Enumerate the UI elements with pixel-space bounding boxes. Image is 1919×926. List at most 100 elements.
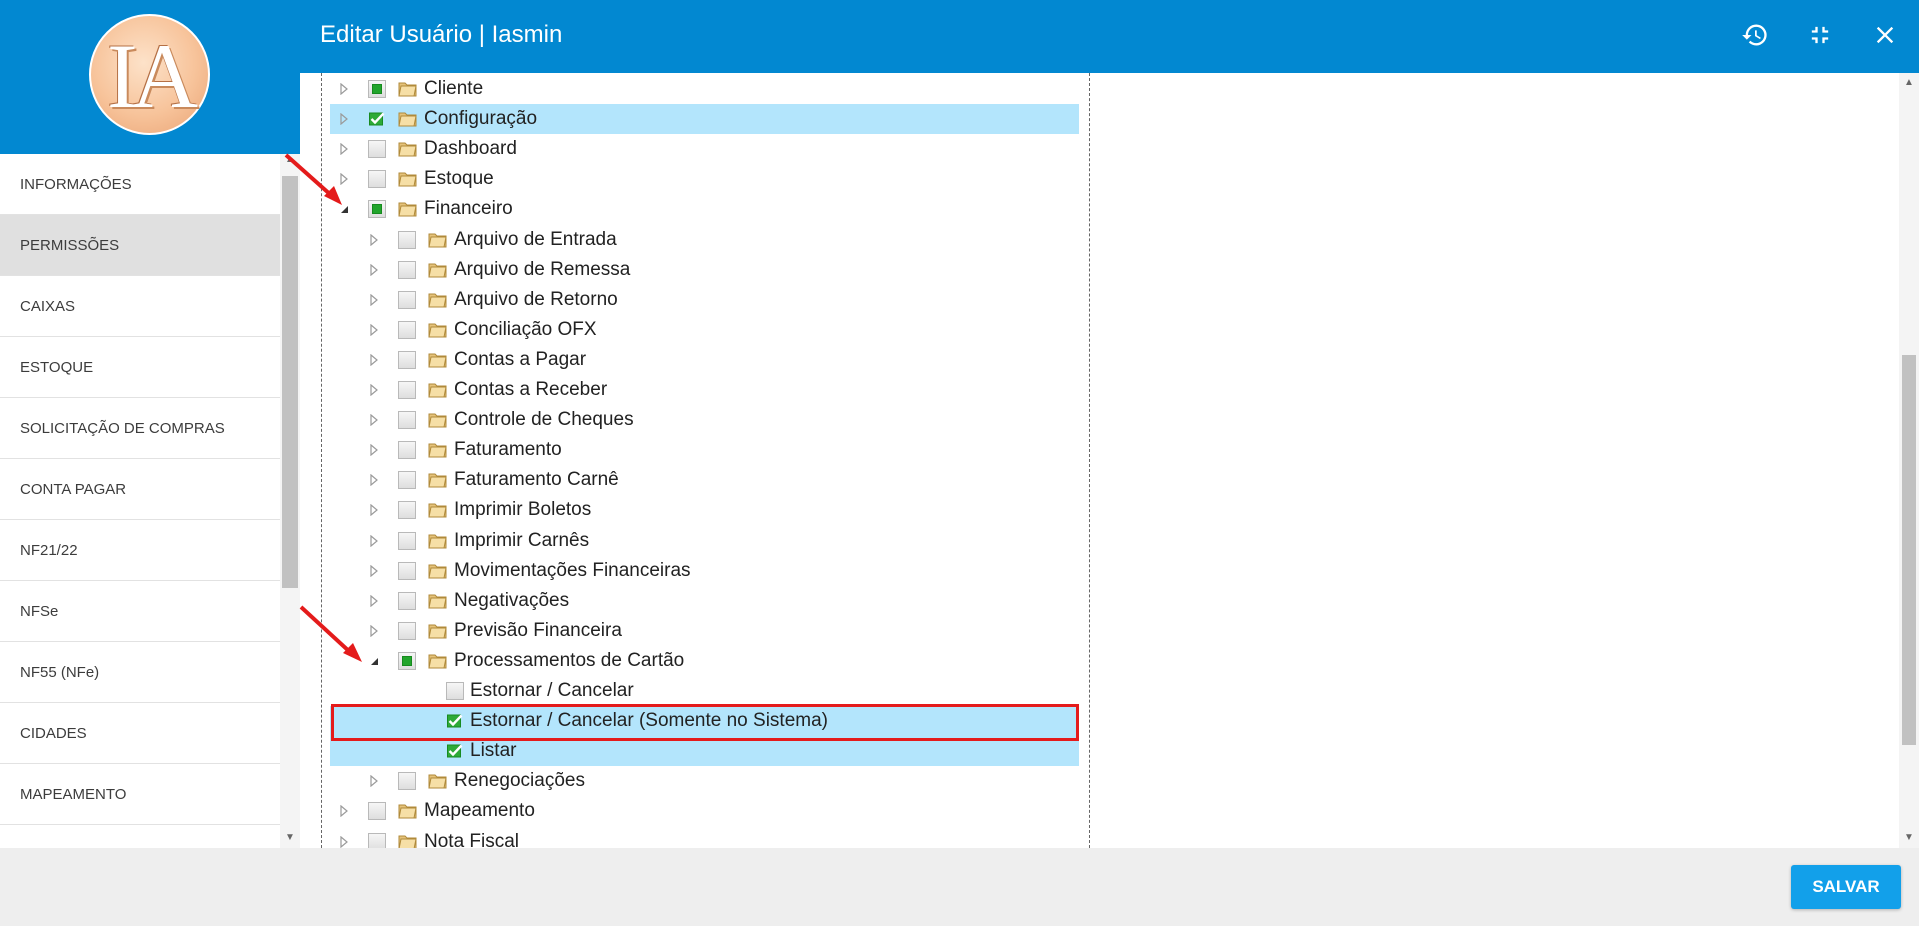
sidebar-item[interactable]: NFSe	[0, 581, 280, 642]
collapsed-triangle-icon[interactable]	[368, 534, 380, 547]
tree-node[interactable]: Conciliação OFX	[330, 315, 1079, 345]
main-scrollbar[interactable]: ▲ ▼	[1899, 73, 1919, 848]
checkbox[interactable]	[398, 471, 416, 490]
tree-node[interactable]: Estoque	[330, 164, 1079, 194]
tree-node[interactable]: Cliente	[330, 74, 1079, 104]
checkbox-checked[interactable]	[368, 110, 386, 128]
tree-node[interactable]: Previsão Financeira	[330, 616, 1079, 646]
checkbox[interactable]	[398, 772, 416, 791]
checkbox[interactable]	[368, 832, 386, 848]
checkbox[interactable]	[398, 350, 416, 369]
tree-node[interactable]: Contas a Pagar	[330, 345, 1079, 375]
scroll-down-icon[interactable]: ▼	[284, 832, 296, 844]
checkbox[interactable]	[398, 290, 416, 309]
checkbox[interactable]	[446, 682, 464, 700]
collapsed-triangle-icon[interactable]	[338, 173, 350, 186]
tree-node[interactable]: Negativações	[330, 586, 1079, 616]
tree-node[interactable]: Dashboard	[330, 134, 1079, 164]
tree-node[interactable]: Controle de Cheques	[330, 405, 1079, 435]
collapsed-triangle-icon[interactable]	[368, 594, 380, 607]
collapsed-triangle-icon[interactable]	[338, 83, 350, 95]
checkbox[interactable]	[398, 501, 416, 520]
tree-node[interactable]: Mapeamento	[330, 796, 1079, 826]
sidebar-item[interactable]: CIDADES	[0, 703, 280, 764]
collapsed-triangle-icon[interactable]	[338, 143, 350, 156]
sidebar: INFORMAÇÕES PERMISSÕES CAIXAS ESTOQUE SOLICI…	[0, 154, 300, 848]
sidebar-item[interactable]: PERMISSÕES	[0, 215, 280, 276]
tree-node[interactable]: Arquivo de Retorno	[330, 285, 1079, 315]
collapsed-triangle-icon[interactable]	[368, 233, 380, 246]
tree-node[interactable]: Movimentações Financeiras	[330, 556, 1079, 586]
collapsed-triangle-icon[interactable]	[368, 444, 380, 457]
checkbox[interactable]	[398, 260, 416, 279]
checkbox-checked[interactable]	[446, 742, 464, 760]
save-button[interactable]: SALVAR	[1791, 865, 1901, 909]
tree-node[interactable]: Processamentos de Cartão	[330, 646, 1079, 676]
checkbox[interactable]	[368, 140, 386, 159]
sidebar-item[interactable]: NF21/22	[0, 520, 280, 581]
sidebar-item[interactable]: ESTOQUE	[0, 337, 280, 398]
tree-node[interactable]: Arquivo de Remessa	[330, 255, 1079, 285]
collapsed-triangle-icon[interactable]	[368, 384, 380, 396]
tree-node[interactable]: Financeiro	[330, 194, 1079, 224]
main-scroll-thumb[interactable]	[1902, 355, 1916, 745]
checkbox[interactable]	[398, 320, 416, 339]
expanded-triangle-icon[interactable]	[338, 203, 350, 215]
checkbox[interactable]	[398, 561, 416, 580]
checkbox[interactable]	[398, 621, 416, 640]
tree-node[interactable]: Faturamento Carnê	[330, 465, 1079, 495]
checkbox[interactable]	[398, 441, 416, 460]
close-icon[interactable]	[1868, 18, 1902, 52]
checkbox[interactable]	[398, 230, 416, 249]
sidebar-item[interactable]: CAIXAS	[0, 276, 280, 337]
checkbox-partial[interactable]	[398, 651, 416, 670]
tree-node[interactable]: Contas a Receber	[330, 375, 1079, 405]
collapsed-triangle-icon[interactable]	[368, 323, 380, 336]
tree-node[interactable]: Faturamento	[330, 435, 1079, 465]
scroll-up-icon[interactable]: ▲	[284, 154, 296, 166]
collapsed-triangle-icon[interactable]	[338, 835, 350, 848]
checkbox[interactable]	[368, 170, 386, 189]
tree-node[interactable]: Configuração	[330, 104, 1079, 135]
history-icon[interactable]	[1738, 18, 1772, 52]
sidebar-item[interactable]: NF55 (NFe)	[0, 642, 280, 703]
sidebar-item[interactable]: MAPEAMENTO	[0, 764, 280, 825]
sidebar-item[interactable]: SOLICITAÇÃO DE COMPRAS	[0, 398, 280, 459]
tree-node[interactable]: Imprimir Carnês	[330, 526, 1079, 556]
checkbox[interactable]	[368, 802, 386, 821]
collapsed-triangle-icon[interactable]	[368, 775, 380, 788]
collapsed-triangle-icon[interactable]	[368, 474, 380, 487]
sidebar-item-label: NFSe	[20, 602, 59, 620]
checkbox[interactable]	[398, 531, 416, 550]
collapsed-triangle-icon[interactable]	[338, 113, 350, 126]
collapsed-triangle-icon[interactable]	[368, 293, 380, 306]
collapsed-triangle-icon[interactable]	[368, 353, 380, 366]
scroll-down-icon[interactable]: ▼	[1903, 832, 1915, 844]
tree-node[interactable]: Imprimir Boletos	[330, 495, 1079, 525]
expanded-triangle-icon[interactable]	[368, 655, 380, 667]
collapsed-triangle-icon[interactable]	[368, 624, 380, 637]
tree-node[interactable]: Nota Fiscal	[330, 827, 1079, 848]
checkbox-partial[interactable]	[368, 80, 386, 98]
checkbox[interactable]	[398, 411, 416, 430]
tree-node-label: Renegociações	[454, 770, 585, 792]
tree-node[interactable]: Arquivo de Entrada	[330, 225, 1079, 255]
collapsed-triangle-icon[interactable]	[368, 564, 380, 577]
sidebar-item[interactable]: INFORMAÇÕES	[0, 154, 280, 215]
checkbox-partial[interactable]	[368, 200, 386, 219]
folder-icon	[398, 833, 418, 848]
scroll-up-icon[interactable]: ▲	[1903, 77, 1915, 89]
sidebar-scroll-thumb[interactable]	[282, 176, 298, 588]
checkbox[interactable]	[398, 591, 416, 610]
collapsed-triangle-icon[interactable]	[368, 263, 380, 276]
sidebar-item-label: CONTA PAGAR	[20, 480, 127, 498]
sidebar-item[interactable]: CONTA PAGAR	[0, 459, 280, 520]
sidebar-scrollbar[interactable]: ▲ ▼	[280, 154, 300, 848]
collapsed-triangle-icon[interactable]	[338, 805, 350, 818]
collapsed-triangle-icon[interactable]	[368, 504, 380, 517]
fullscreen-exit-icon[interactable]	[1803, 18, 1837, 52]
collapsed-triangle-icon[interactable]	[368, 414, 380, 427]
checkbox[interactable]	[398, 381, 416, 399]
tree-node[interactable]: Renegociações	[330, 766, 1079, 796]
tree-node[interactable]: Estornar / Cancelar	[330, 676, 1079, 706]
